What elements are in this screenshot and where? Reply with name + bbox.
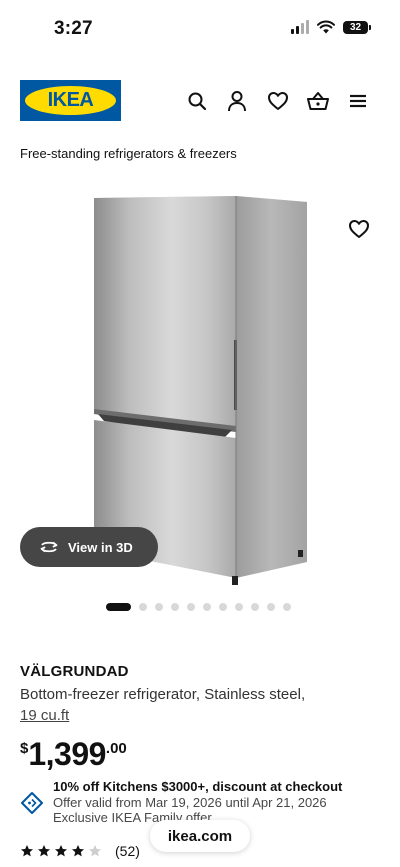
price-cents: .00 (105, 740, 127, 757)
basket-icon[interactable] (306, 88, 330, 114)
search-icon[interactable] (185, 88, 209, 114)
wifi-icon (317, 20, 335, 34)
carousel-dot[interactable] (171, 603, 179, 611)
product-description: Bottom-freezer refrigerator, Stainless s… (20, 684, 380, 726)
view-3d-button[interactable]: View in 3D (20, 527, 158, 567)
promo-title: 10% off Kitchens $3000+, discount at che… (53, 779, 343, 794)
status-bar: 3:27 32 (0, 0, 400, 60)
carousel-dot[interactable] (155, 603, 163, 611)
product-price: $ 1,399 .00 (20, 736, 127, 772)
favorite-icon[interactable] (346, 216, 372, 242)
account-icon[interactable] (225, 88, 249, 114)
battery-indicator: 32 (343, 20, 371, 34)
star-filled-icon (71, 845, 85, 857)
product-rating[interactable]: (52) (20, 843, 140, 859)
price-currency: $ (20, 740, 29, 757)
carousel-dots[interactable] (106, 603, 291, 611)
carousel-dot[interactable] (106, 603, 131, 611)
product-description-text: Bottom-freezer refrigerator, Stainless s… (20, 686, 306, 703)
ikea-logo[interactable]: IKEA (20, 80, 121, 121)
tag-diamond-icon (21, 792, 43, 814)
star-filled-icon (20, 845, 34, 857)
product-name: VÄLGRUNDAD (20, 663, 129, 680)
menu-icon[interactable] (346, 88, 370, 114)
carousel-dot[interactable] (251, 603, 259, 611)
breadcrumb[interactable]: Free-standing refrigerators & freezers (20, 146, 237, 161)
star-filled-icon (54, 845, 68, 857)
carousel-dot[interactable] (283, 603, 291, 611)
carousel-dot[interactable] (219, 603, 227, 611)
carousel-dot[interactable] (267, 603, 275, 611)
size-link[interactable]: 19 cu.ft (20, 707, 69, 724)
carousel-dot[interactable] (203, 603, 211, 611)
signal-icon (291, 20, 309, 34)
carousel-dot[interactable] (235, 603, 243, 611)
rotate-3d-icon (40, 541, 58, 553)
review-count: (52) (115, 843, 140, 859)
star-filled-icon (37, 845, 51, 857)
carousel-dot[interactable] (139, 603, 147, 611)
status-time: 3:27 (54, 18, 93, 39)
status-icons: 32 (291, 20, 371, 34)
promo-validity: Offer valid from Mar 19, 2026 until Apr … (53, 795, 327, 810)
star-empty-icon (88, 845, 102, 857)
price-amount: 1,399 (28, 736, 106, 772)
carousel-dot[interactable] (187, 603, 195, 611)
logo-text: IKEA (47, 89, 94, 111)
heart-icon[interactable] (266, 88, 290, 114)
url-pill[interactable]: ikea.com (150, 820, 250, 852)
view-3d-label: View in 3D (68, 539, 133, 555)
